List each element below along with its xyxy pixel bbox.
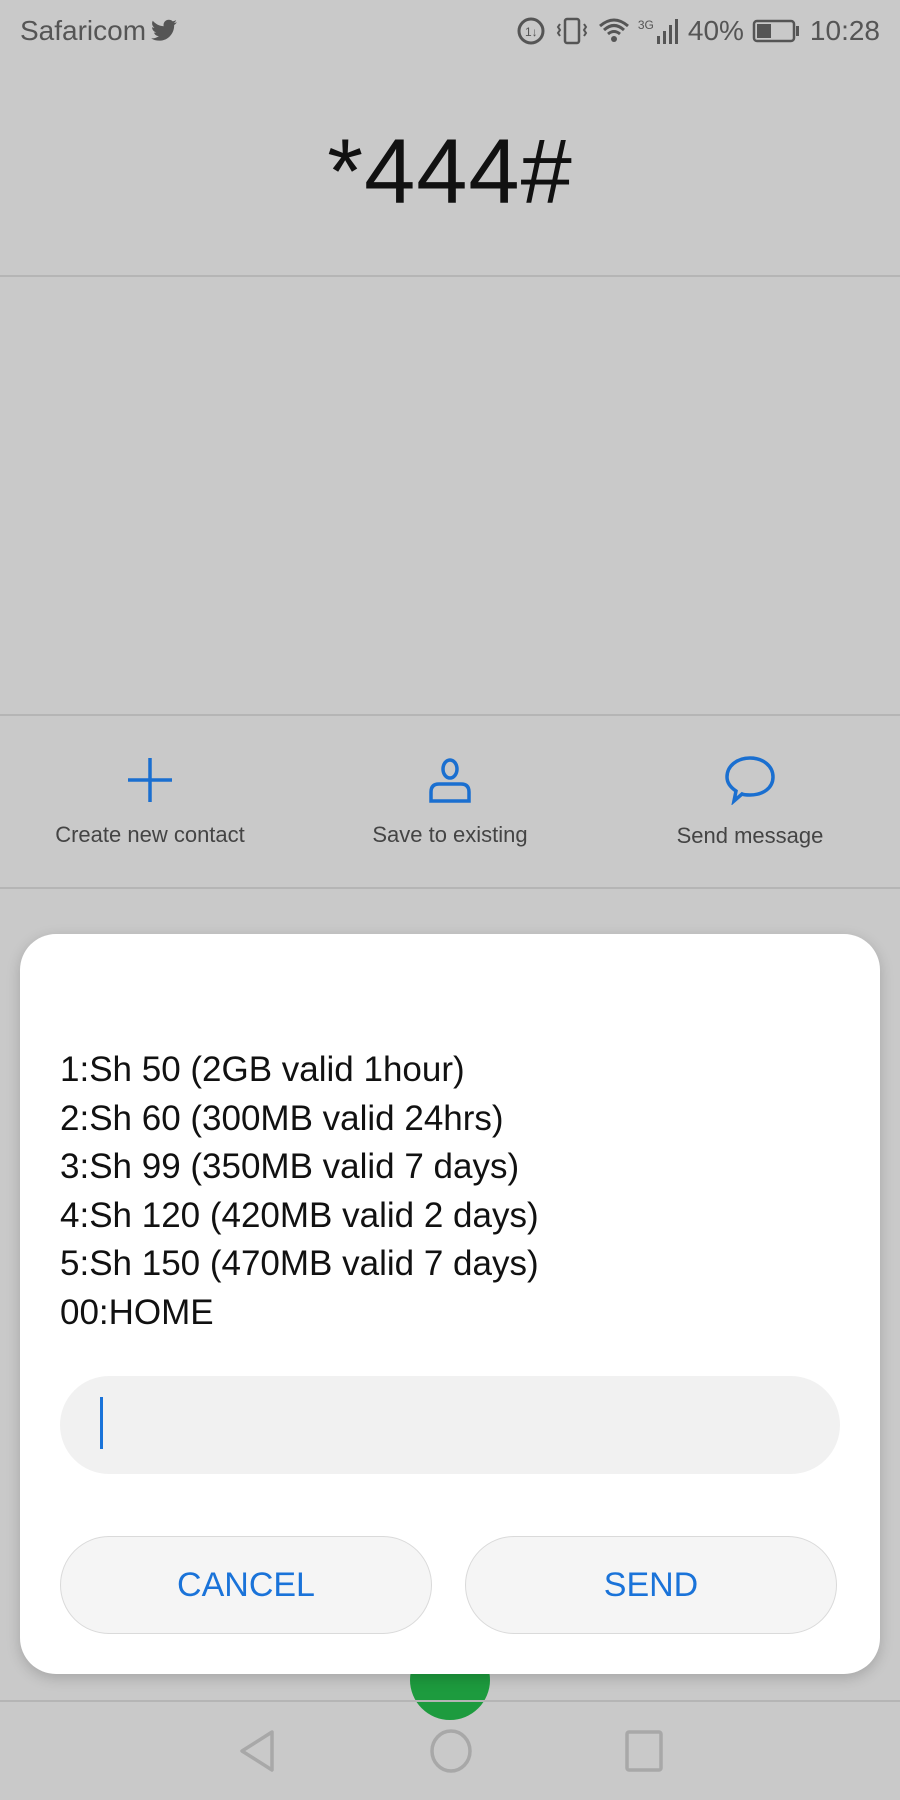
ussd-option: 1:Sh 50 (2GB valid 1hour)	[60, 1050, 465, 1089]
ussd-option: 2:Sh 60 (300MB valid 24hrs)	[60, 1098, 504, 1138]
person-icon	[429, 758, 471, 803]
divider	[0, 275, 900, 277]
twitter-icon	[151, 19, 177, 41]
ussd-message: 1:Sh 50 (2GB valid 1hour) 2:Sh 60 (300MB…	[60, 1046, 539, 1337]
divider	[0, 887, 900, 889]
status-icons: 1↓ 3G 40% 10:28	[516, 15, 880, 47]
svg-text:1↓: 1↓	[525, 25, 538, 39]
send-message-label: Send message	[676, 823, 824, 848]
home-icon[interactable]	[428, 1728, 474, 1774]
battery-percent: 40%	[687, 15, 744, 46]
divider	[0, 714, 900, 716]
wifi-icon	[598, 18, 629, 42]
cancel-button[interactable]: CANCEL	[60, 1536, 432, 1634]
text-cursor	[100, 1397, 103, 1449]
vibrate-icon	[556, 17, 588, 45]
ussd-option: 3:Sh 99 (350MB valid 7 days)	[60, 1147, 520, 1186]
back-icon[interactable]	[236, 1728, 278, 1774]
send-button[interactable]: SEND	[465, 1536, 837, 1634]
create-new-contact-label: Create new contact	[55, 822, 245, 847]
network-type: 3G	[637, 18, 654, 32]
ussd-reply-input[interactable]	[60, 1376, 840, 1474]
clock: 10:28	[809, 15, 880, 46]
ussd-option: 00:HOME	[60, 1292, 214, 1332]
signal-icon: 3G	[638, 18, 680, 44]
navigation-bar	[0, 1701, 900, 1800]
chat-bubble-icon	[725, 756, 775, 805]
contact-actions: Create new contact Save to existing Send…	[0, 717, 900, 887]
ussd-option: 4:Sh 120 (420MB valid 2 days)	[60, 1195, 539, 1235]
create-new-contact-button[interactable]: Create new contact	[0, 717, 300, 887]
carrier-name: Safaricom	[20, 15, 147, 46]
ussd-dialog: 1:Sh 50 (2GB valid 1hour) 2:Sh 60 (300MB…	[20, 934, 880, 1674]
dialed-number: *444#	[327, 121, 573, 223]
plus-icon	[128, 758, 172, 802]
recents-icon[interactable]	[624, 1729, 664, 1773]
status-bar: Safaricom 1↓ 3G 40% 10:28	[0, 0, 900, 62]
send-message-button[interactable]: Send message	[600, 717, 900, 887]
battery-icon	[752, 19, 799, 43]
carrier: Safaricom	[20, 15, 178, 47]
data-saver-icon: 1↓	[517, 17, 545, 45]
save-to-existing-label: Save to existing	[372, 822, 528, 847]
save-to-existing-button[interactable]: Save to existing	[300, 717, 600, 887]
ussd-option: 5:Sh 150 (470MB valid 7 days)	[60, 1244, 539, 1283]
